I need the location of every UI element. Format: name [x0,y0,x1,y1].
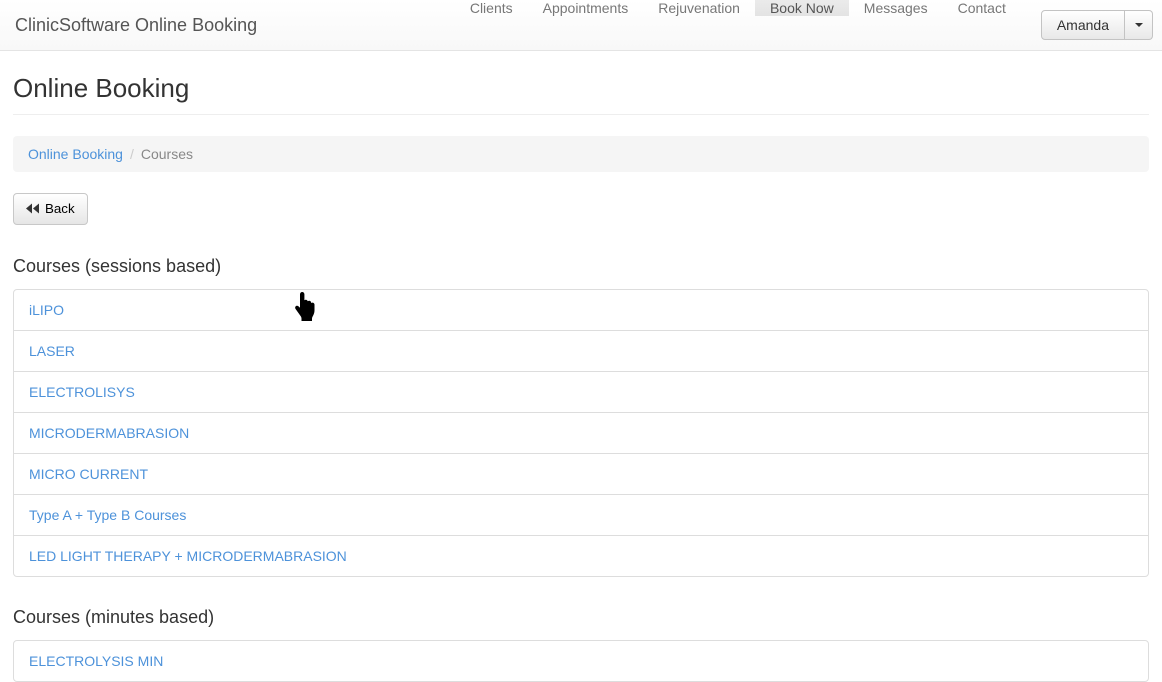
back-button[interactable]: Back [13,193,88,225]
top-navbar: ClinicSoftware Online Booking Clients Ap… [0,0,1162,51]
breadcrumb-link-online-booking[interactable]: Online Booking [28,146,123,162]
course-link-micro-current[interactable]: MICRO CURRENT [14,453,1148,494]
breadcrumb-current-courses: Courses [141,146,193,162]
course-link-microdermabrasion[interactable]: MICRODERMABRASION [14,412,1148,453]
nav-item-contact[interactable]: Contact [943,0,1021,16]
title-divider [13,114,1149,115]
course-link-electrolisys[interactable]: ELECTROLISYS [14,371,1148,412]
nav-item-rejuvenation[interactable]: Rejuvenation [643,0,755,16]
course-link-led-light-therapy[interactable]: LED LIGHT THERAPY + MICRODERMABRASION [14,535,1148,576]
course-link-type-a-type-b[interactable]: Type A + Type B Courses [14,494,1148,535]
course-link-ilipo[interactable]: iLIPO [14,290,1148,330]
courses-sessions-list: iLIPO LASER ELECTROLISYS MICRODERMABRASI… [13,289,1149,577]
main-content: Online Booking Online Booking / Courses … [13,74,1149,682]
course-link-electrolysis-min[interactable]: ELECTROLYSIS MIN [14,641,1148,681]
nav-item-messages[interactable]: Messages [849,0,943,16]
user-dropdown-toggle[interactable] [1125,10,1153,40]
breadcrumb-separator: / [123,146,141,162]
breadcrumb: Online Booking / Courses [13,136,1149,172]
section-heading-sessions-based: Courses (sessions based) [13,256,1149,277]
course-link-laser[interactable]: LASER [14,330,1148,371]
fast-backward-icon [26,203,39,214]
app-brand[interactable]: ClinicSoftware Online Booking [15,0,257,50]
nav-item-clients[interactable]: Clients [455,0,528,16]
back-button-label: Back [45,201,75,216]
nav-item-book-now[interactable]: Book Now [755,0,849,16]
user-button[interactable]: Amanda [1041,10,1125,40]
section-heading-minutes-based: Courses (minutes based) [13,607,1149,628]
page-title: Online Booking [13,74,1149,104]
caret-down-icon [1135,23,1143,27]
nav-item-appointments[interactable]: Appointments [528,0,644,16]
main-nav: Clients Appointments Rejuvenation Book N… [455,0,1021,50]
user-menu-button-group: Amanda [1041,10,1153,40]
courses-minutes-list: ELECTROLYSIS MIN [13,640,1149,682]
